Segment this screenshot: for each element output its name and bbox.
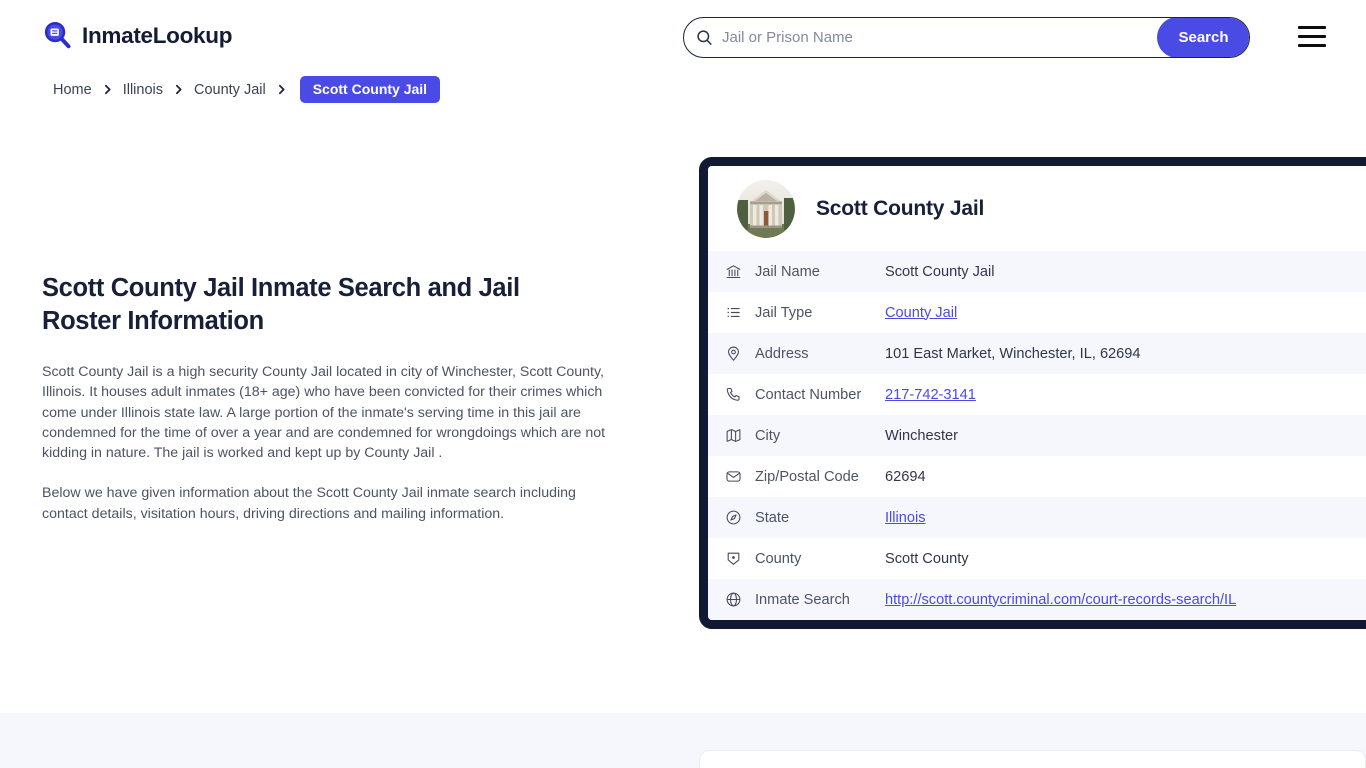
bank-building-icon [725, 263, 755, 280]
table-row: Zip/Postal Code 62694 [708, 456, 1366, 497]
description-paragraph-2: Below we have given information about th… [42, 485, 576, 522]
row-label: Address [755, 345, 809, 362]
main-content: Scott County Jail Inmate Search and Jail… [42, 272, 642, 524]
hamburger-bar [1298, 26, 1326, 30]
magnifier-logo-icon [42, 20, 73, 51]
table-row: State Illinois [708, 497, 1366, 538]
row-label: Jail Type [755, 304, 813, 321]
next-section-card [699, 750, 1366, 768]
brand-name: InmateLookup [82, 22, 233, 48]
row-value: County Jail [885, 305, 1366, 321]
row-value: Scott County [885, 550, 969, 567]
search-bar[interactable]: Search [683, 17, 1250, 58]
row-label: County [755, 550, 802, 567]
map-pin-icon [725, 345, 755, 362]
row-label: Contact Number [755, 386, 862, 403]
map-icon [725, 427, 755, 444]
list-icon [725, 304, 755, 321]
breadcrumb-item-current: Scott County Jail [299, 76, 441, 103]
hamburger-menu-icon[interactable] [1298, 26, 1326, 47]
table-row: County Scott County [708, 538, 1366, 579]
inmate-search-link[interactable]: http://scott.countycriminal.com/court-re… [885, 592, 1236, 608]
breadcrumb-item-home[interactable]: Home [53, 82, 92, 98]
chevron-right-icon [101, 83, 114, 96]
phone-icon [725, 386, 755, 403]
breadcrumb: Home Illinois County Jail Scott County J… [53, 76, 441, 103]
brand-logo[interactable]: InmateLookup [42, 20, 232, 51]
hamburger-bar [1298, 34, 1326, 39]
state-link[interactable]: Illinois [885, 510, 926, 526]
county-marker-icon [725, 550, 755, 567]
jail-card-title: Scott County Jail [816, 196, 985, 220]
jail-details-table: Jail Name Scott County Jail Jail Type Co… [708, 251, 1366, 620]
row-label: Jail Name [755, 263, 820, 280]
envelope-icon [725, 468, 755, 485]
table-row: Jail Name Scott County Jail [708, 251, 1366, 292]
hamburger-bar [1298, 43, 1326, 47]
row-label: Zip/Postal Code [755, 468, 859, 485]
row-value: 217-742-3141 [885, 387, 1366, 403]
row-label: State [755, 509, 790, 526]
globe-icon [725, 591, 755, 608]
description-paragraph-1: Scott County Jail is a high security Cou… [42, 364, 606, 462]
table-row: Address 101 East Market, Winchester, IL,… [708, 333, 1366, 374]
chevron-right-icon [172, 83, 185, 96]
table-row: Jail Type County Jail [708, 292, 1366, 333]
row-label: Inmate Search [755, 591, 850, 608]
jail-info-card: Scott County Jail Jail Name Scott County… [699, 157, 1366, 629]
courthouse-building-photo [737, 179, 795, 238]
search-input[interactable] [718, 18, 1157, 57]
row-value: Illinois [885, 510, 1366, 526]
contact-number-link[interactable]: 217-742-3141 [885, 387, 976, 403]
row-value: http://scott.countycriminal.com/court-re… [885, 592, 1366, 608]
table-row: Inmate Search http://scott.countycrimina… [708, 579, 1366, 620]
jail-type-link[interactable]: County Jail [885, 305, 957, 321]
row-label: City [755, 427, 781, 444]
site-header: InmateLookup Search [0, 0, 1366, 74]
row-value: 62694 [885, 468, 926, 485]
search-icon [684, 18, 718, 57]
table-row: City Winchester [708, 415, 1366, 456]
row-value: 101 East Market, Winchester, IL, 62694 [885, 345, 1141, 362]
page-title: Scott County Jail Inmate Search and Jail… [42, 274, 520, 335]
compass-icon [725, 509, 755, 526]
chevron-right-icon [275, 83, 288, 96]
breadcrumb-item-illinois[interactable]: Illinois [123, 82, 163, 98]
breadcrumb-item-county-jail[interactable]: County Jail [194, 82, 266, 98]
row-value: Scott County Jail [885, 263, 995, 280]
search-button[interactable]: Search [1157, 18, 1249, 57]
row-value: Winchester [885, 427, 958, 444]
table-row: Contact Number 217-742-3141 [708, 374, 1366, 415]
jail-info-card-header: Scott County Jail [708, 166, 1366, 251]
